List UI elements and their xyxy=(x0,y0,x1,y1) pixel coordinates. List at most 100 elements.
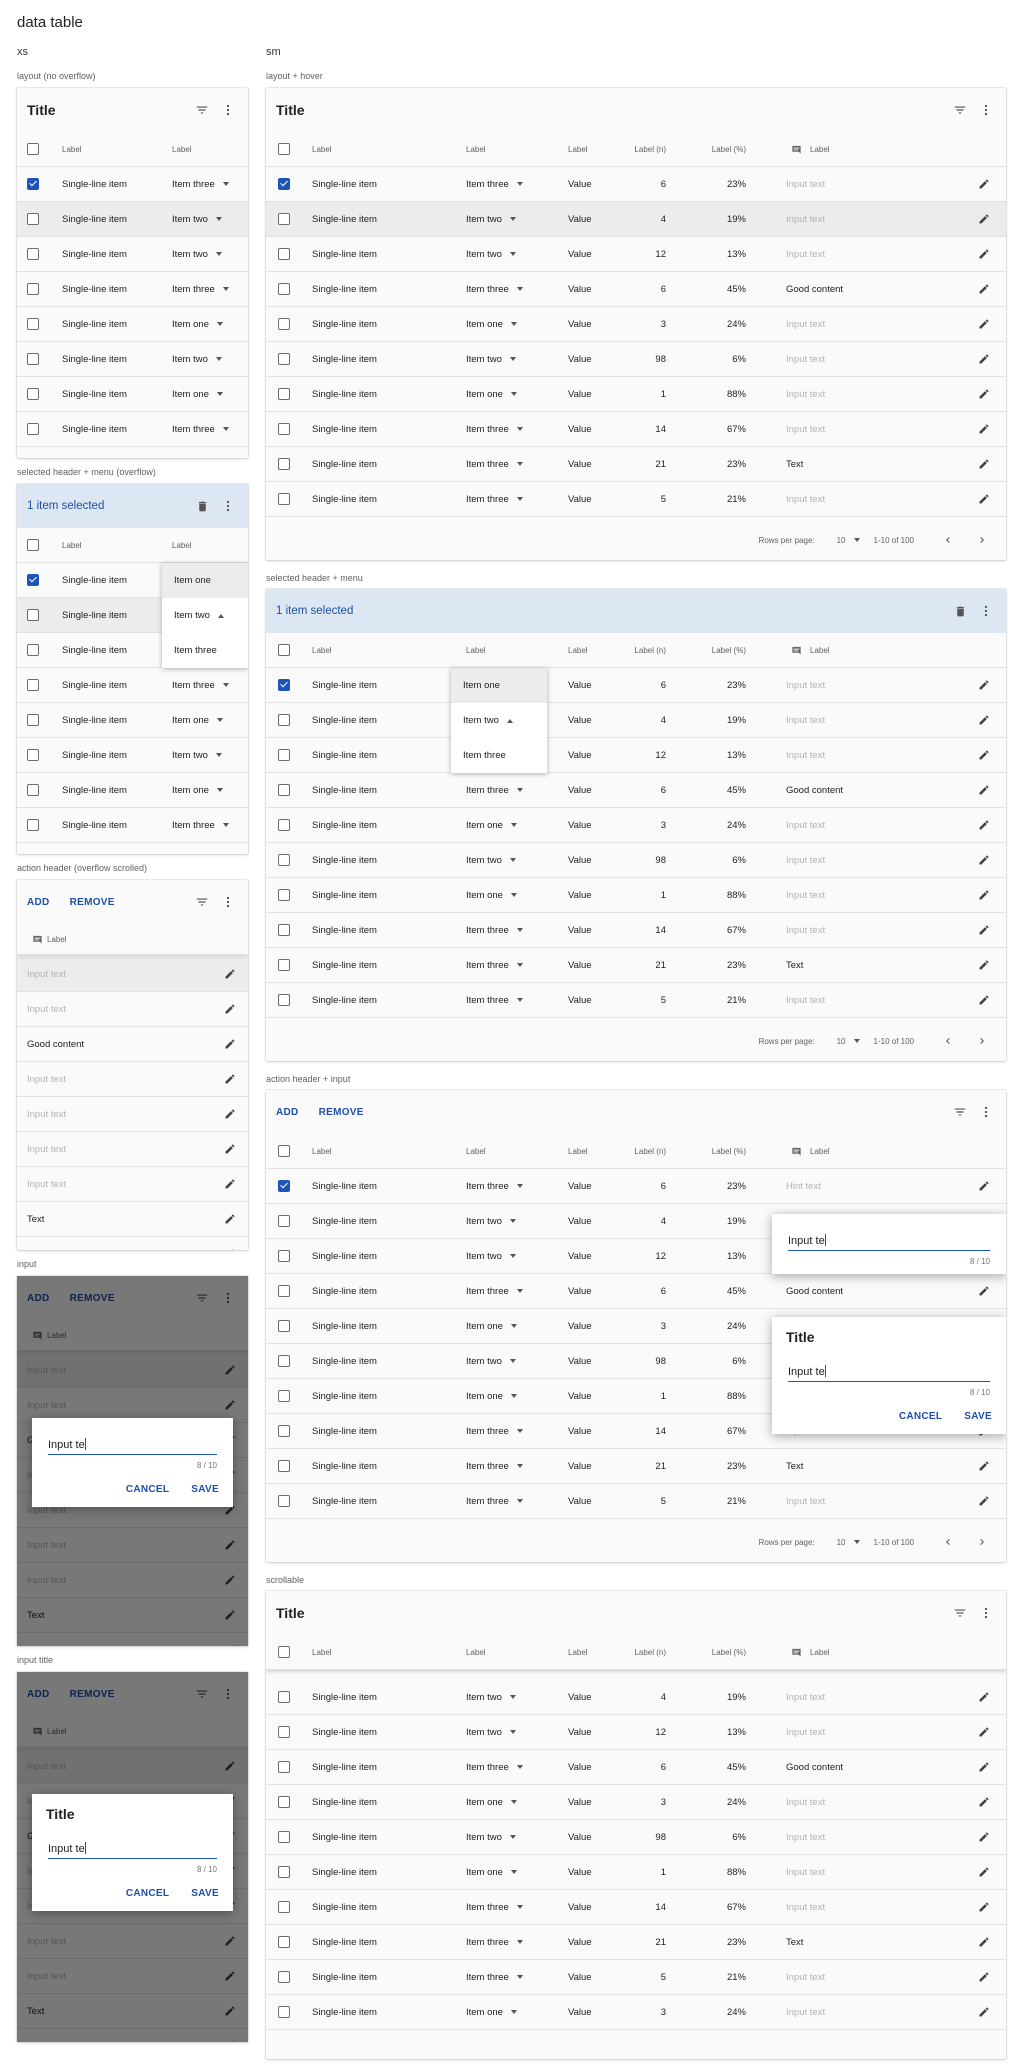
item-select-value[interactable]: Item two xyxy=(172,750,208,761)
pencil-icon[interactable] xyxy=(977,1967,991,1987)
row-checkbox[interactable] xyxy=(278,423,290,435)
cancel-button[interactable]: CANCEL xyxy=(126,1484,169,1495)
table-row[interactable]: Single-line item Item three Value 5 21% Input… xyxy=(266,1484,1006,1519)
row-checkbox[interactable] xyxy=(27,539,39,551)
rows-per-page-select[interactable]: 10 xyxy=(837,1538,860,1547)
row-checkbox[interactable] xyxy=(27,574,39,586)
row-checkbox[interactable] xyxy=(27,318,39,330)
item-select-value[interactable]: Item three xyxy=(466,785,509,796)
item-select-value[interactable]: Item two xyxy=(466,855,502,866)
add-button[interactable]: ADD xyxy=(27,897,50,908)
row-checkbox[interactable] xyxy=(278,1866,290,1878)
row-checkbox[interactable] xyxy=(278,889,290,901)
pencil-icon[interactable] xyxy=(977,920,991,940)
table-row[interactable]: Single-line item Item two xyxy=(17,738,248,773)
pencil-icon[interactable] xyxy=(223,1244,237,1250)
row-checkbox[interactable] xyxy=(278,1460,290,1472)
table-row[interactable]: Input text xyxy=(17,1062,248,1097)
menu-item[interactable]: Item one xyxy=(162,563,248,598)
table-row[interactable]: Single-line item Item three Value 5 21% Input… xyxy=(266,482,1006,517)
table-row[interactable]: Single-line item Item one xyxy=(17,307,248,342)
table-row[interactable]: Single-line item Item one xyxy=(17,377,248,412)
item-select-value[interactable]: Item two xyxy=(172,249,208,260)
item-select-value[interactable]: Item three xyxy=(172,179,215,190)
table-row[interactable]: Single-line item Item two xyxy=(17,202,248,237)
item-select-value[interactable]: Item two xyxy=(466,1727,502,1738)
remove-button[interactable]: REMOVE xyxy=(70,897,115,908)
table-row[interactable]: Single-line item Item three Value 21 23% Text xyxy=(266,1449,1006,1484)
table-row[interactable]: Single-line item Item one xyxy=(17,703,248,738)
table-row[interactable]: Input text xyxy=(17,1132,248,1167)
table-row[interactable]: Single-line item Item three Value 6 23% Input… xyxy=(266,167,1006,202)
table-row[interactable]: Single-line item Item three Value 5 21% Input… xyxy=(266,983,1006,1018)
row-checkbox[interactable] xyxy=(278,1180,290,1192)
row-checkbox[interactable] xyxy=(278,2006,290,2018)
pencil-icon[interactable] xyxy=(977,1722,991,1742)
edit-input[interactable]: Input te xyxy=(788,1230,990,1251)
row-checkbox[interactable] xyxy=(27,609,39,621)
table-row[interactable]: Single-line item Item two Value 4 19% Input t… xyxy=(266,202,1006,237)
next-page-icon[interactable] xyxy=(972,530,992,550)
filter-icon[interactable] xyxy=(192,100,212,120)
row-checkbox[interactable] xyxy=(278,493,290,505)
table-row[interactable]: Single-line item Item one Value 3 24% Input t… xyxy=(266,1785,1006,1820)
table-row[interactable]: Single-line item Item three Value 14 67% Inpu… xyxy=(266,412,1006,447)
pencil-icon[interactable] xyxy=(223,999,237,1019)
item-select-value[interactable]: Item two xyxy=(466,354,502,365)
table-row[interactable]: Single-line item Item two Value 98 6% Input t… xyxy=(266,1820,1006,1855)
table-row[interactable]: Single-line item Item one Value 3 24% Input t… xyxy=(266,808,1006,843)
item-select-value[interactable]: Item three xyxy=(172,284,215,295)
row-checkbox[interactable] xyxy=(278,353,290,365)
item-select-value[interactable]: Item one xyxy=(172,319,209,330)
row-checkbox[interactable] xyxy=(278,1390,290,1402)
pencil-icon[interactable] xyxy=(977,1897,991,1917)
pencil-icon[interactable] xyxy=(223,1034,237,1054)
table-row[interactable]: Single-line item Item one xyxy=(17,773,248,808)
row-checkbox[interactable] xyxy=(278,283,290,295)
pencil-icon[interactable] xyxy=(223,964,237,984)
item-select-value[interactable]: Item two xyxy=(466,1356,502,1367)
table-row[interactable]: Input text xyxy=(17,957,248,992)
pencil-icon[interactable] xyxy=(977,815,991,835)
table-row[interactable]: Single-line item Item three Value 14 67% Inpu… xyxy=(266,913,1006,948)
pencil-icon[interactable] xyxy=(977,349,991,369)
item-select-value[interactable]: Item three xyxy=(172,820,215,831)
pencil-icon[interactable] xyxy=(977,419,991,439)
pencil-icon[interactable] xyxy=(977,1932,991,1952)
table-row[interactable]: Single-line item Item three Value 6 45% Good … xyxy=(266,272,1006,307)
pencil-icon[interactable] xyxy=(977,314,991,334)
filter-icon[interactable] xyxy=(950,1102,970,1122)
next-page-icon[interactable] xyxy=(972,1031,992,1051)
row-checkbox[interactable] xyxy=(278,1320,290,1332)
table-row[interactable]: Single-line item Item three xyxy=(17,843,248,854)
edit-input[interactable]: Input te xyxy=(788,1361,990,1382)
row-checkbox[interactable] xyxy=(27,178,39,190)
item-select-value[interactable]: Item three xyxy=(466,284,509,295)
row-checkbox[interactable] xyxy=(278,1646,290,1658)
item-select-value[interactable]: Item three xyxy=(466,494,509,505)
table-row[interactable]: Single-line item Item three Value 6 45% Good … xyxy=(266,773,1006,808)
item-select-value[interactable]: Item two xyxy=(466,1832,502,1843)
pencil-icon[interactable] xyxy=(977,710,991,730)
next-page-icon[interactable] xyxy=(972,1532,992,1552)
item-select-value[interactable]: Item three xyxy=(466,1461,509,1472)
row-checkbox[interactable] xyxy=(27,423,39,435)
row-checkbox[interactable] xyxy=(27,784,39,796)
save-button[interactable]: SAVE xyxy=(191,1484,219,1495)
item-select-value[interactable]: Item two xyxy=(466,1251,502,1262)
row-checkbox[interactable] xyxy=(278,248,290,260)
row-checkbox[interactable] xyxy=(278,1355,290,1367)
rows-per-page-select[interactable]: 10 xyxy=(837,1037,860,1046)
menu-item[interactable]: Item two xyxy=(451,703,547,738)
row-checkbox[interactable] xyxy=(278,1971,290,1983)
row-checkbox[interactable] xyxy=(278,679,290,691)
row-checkbox[interactable] xyxy=(278,1796,290,1808)
pencil-icon[interactable] xyxy=(977,1827,991,1847)
row-checkbox[interactable] xyxy=(278,1726,290,1738)
row-checkbox[interactable] xyxy=(278,749,290,761)
pencil-icon[interactable] xyxy=(977,209,991,229)
table-row[interactable]: Single-line item Item three xyxy=(17,447,248,458)
table-row[interactable]: Single-line item Item two xyxy=(17,237,248,272)
pencil-icon[interactable] xyxy=(977,1687,991,1707)
pencil-icon[interactable] xyxy=(223,1104,237,1124)
